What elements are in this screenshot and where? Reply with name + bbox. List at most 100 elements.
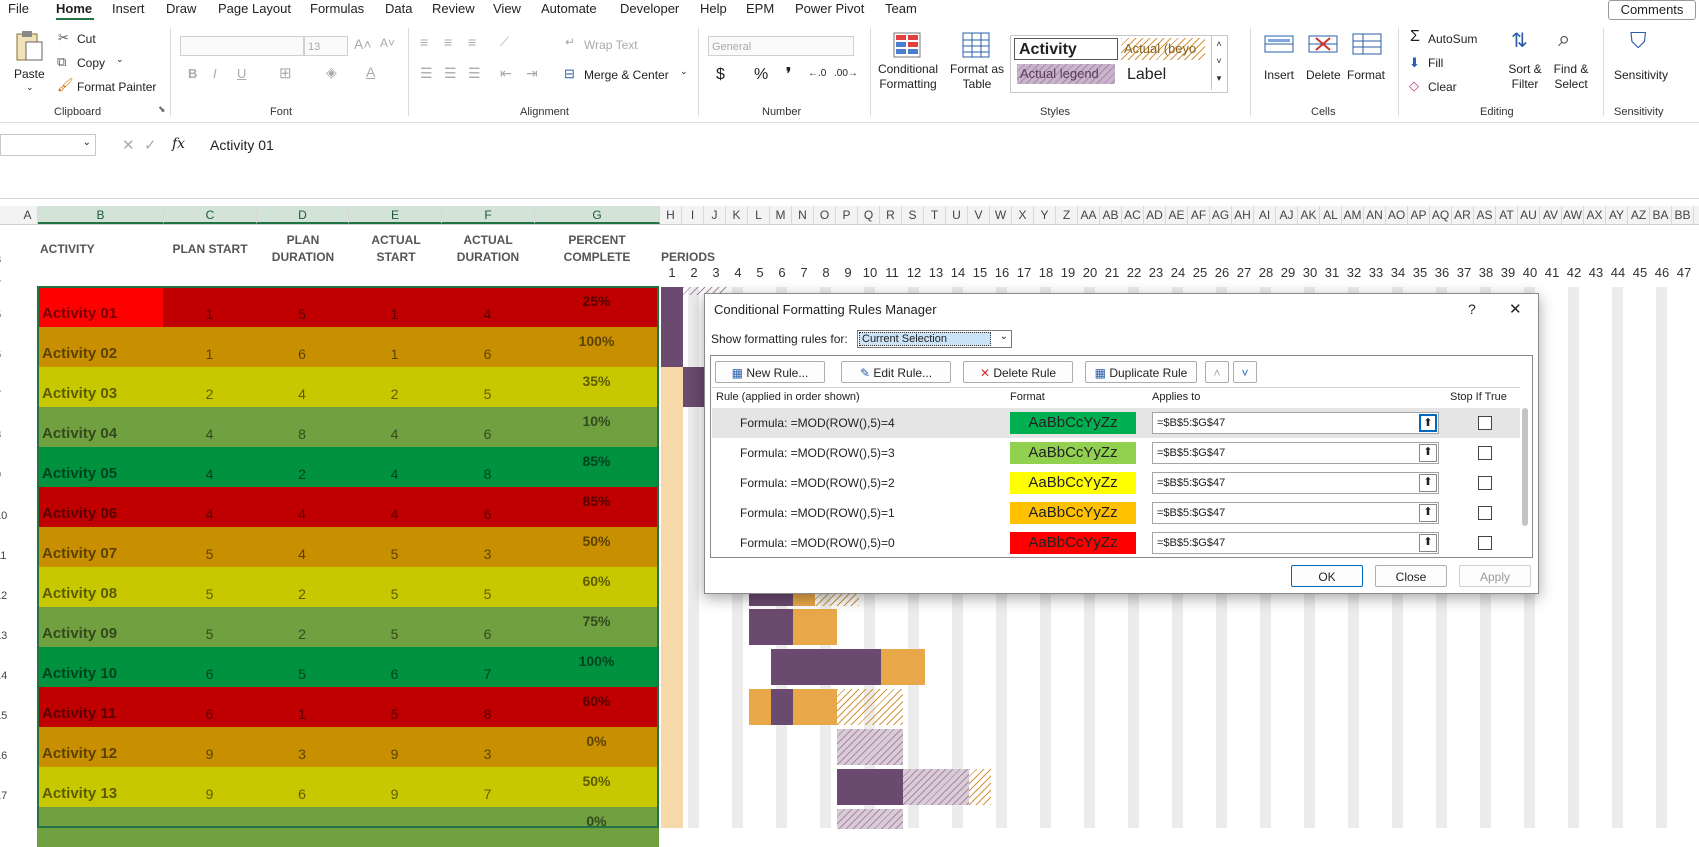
column-header-i[interactable]: I bbox=[682, 206, 704, 224]
column-header-ah[interactable]: AH bbox=[1232, 206, 1254, 224]
autosum-icon[interactable]: Σ bbox=[1410, 28, 1420, 46]
delete-button[interactable]: Delete bbox=[1306, 68, 1341, 82]
wrap-text-button[interactable]: Wrap Text bbox=[584, 38, 638, 52]
column-header-w[interactable]: W bbox=[990, 206, 1012, 224]
bold-icon[interactable]: B bbox=[188, 66, 197, 81]
stop-if-true-checkbox[interactable] bbox=[1478, 446, 1492, 460]
currency-icon[interactable]: $ bbox=[716, 66, 725, 84]
style-actual-beyond[interactable]: Actual (beyo bbox=[1121, 38, 1205, 60]
name-box[interactable]: ⌄ bbox=[0, 134, 96, 156]
cut-icon[interactable]: ✂ bbox=[58, 30, 69, 46]
applies-to-field[interactable]: =$B$5:$G$47 ⬆ bbox=[1152, 412, 1439, 434]
column-header-r[interactable]: R bbox=[880, 206, 902, 224]
row-number[interactable]: 9 bbox=[0, 469, 13, 481]
column-header-bb[interactable]: BB bbox=[1672, 206, 1694, 224]
menu-data[interactable]: Data bbox=[385, 1, 412, 16]
row-number[interactable]: 5 bbox=[0, 309, 13, 321]
font-size-combo[interactable]: 13 bbox=[304, 36, 348, 56]
stop-if-true-checkbox[interactable] bbox=[1478, 506, 1492, 520]
move-up-button[interactable]: ˄ bbox=[1205, 361, 1229, 383]
paste-button[interactable]: Paste bbox=[14, 67, 45, 81]
rule-row[interactable]: Formula: =MOD(ROW(),5)=1 AaBbCcYyZz =$B$5:… bbox=[712, 498, 1520, 528]
align-center-icon[interactable]: ☰ bbox=[444, 65, 457, 82]
column-header-g[interactable]: G bbox=[535, 206, 660, 224]
column-header-p[interactable]: P bbox=[836, 206, 858, 224]
sensitivity-icon[interactable]: ⛉ bbox=[1630, 28, 1647, 54]
row-number[interactable]: 4 bbox=[0, 274, 13, 286]
column-header-ag[interactable]: AG bbox=[1210, 206, 1232, 224]
decrease-decimal-icon[interactable]: .00→ bbox=[834, 68, 858, 79]
column-header-ad[interactable]: AD bbox=[1144, 206, 1166, 224]
apply-button[interactable]: Apply bbox=[1459, 565, 1531, 587]
row-number[interactable]: 16 bbox=[0, 750, 13, 762]
column-header-a[interactable]: A bbox=[18, 206, 38, 224]
show-rules-dropdown-icon[interactable]: ⌄ bbox=[1000, 331, 1008, 342]
range-collapse-icon[interactable]: ⬆ bbox=[1419, 504, 1437, 522]
copy-icon[interactable]: ⧉ bbox=[57, 54, 66, 70]
align-right-icon[interactable]: ☰ bbox=[468, 65, 481, 82]
column-header-h[interactable]: H bbox=[660, 206, 682, 224]
row-number[interactable]: 6 bbox=[0, 349, 13, 361]
column-header-aj[interactable]: AJ bbox=[1276, 206, 1298, 224]
fill-icon[interactable]: ⬇ bbox=[1409, 55, 1420, 71]
paste-icon[interactable] bbox=[14, 30, 44, 62]
column-header-as[interactable]: AS bbox=[1474, 206, 1496, 224]
rules-scrollbar[interactable] bbox=[1522, 408, 1528, 526]
menu-epm[interactable]: EPM bbox=[746, 1, 774, 16]
number-format-combo[interactable]: General bbox=[708, 36, 854, 56]
column-header-ab[interactable]: AB bbox=[1100, 206, 1122, 224]
menu-power-pivot[interactable]: Power Pivot bbox=[795, 1, 864, 16]
column-header-j[interactable]: J bbox=[704, 206, 726, 224]
move-down-button[interactable]: ˅ bbox=[1233, 361, 1257, 383]
column-header-ax[interactable]: AX bbox=[1584, 206, 1606, 224]
comma-icon[interactable]: ❜ bbox=[786, 64, 791, 84]
align-left-icon[interactable]: ☰ bbox=[420, 65, 433, 82]
column-header-af[interactable]: AF bbox=[1188, 206, 1210, 224]
column-header-aw[interactable]: AW bbox=[1562, 206, 1584, 224]
delete-cells-icon[interactable] bbox=[1308, 32, 1338, 58]
fill-button[interactable]: Fill bbox=[1428, 56, 1443, 70]
format-button[interactable]: Format bbox=[1347, 68, 1385, 82]
paste-dropdown-icon[interactable]: ⌄ bbox=[26, 82, 34, 93]
shrink-font-icon[interactable]: A˅ bbox=[380, 36, 395, 50]
duplicate-rule-button[interactable]: ▦ Duplicate Rule bbox=[1085, 361, 1197, 383]
menu-file[interactable]: File bbox=[8, 1, 29, 16]
column-header-aq[interactable]: AQ bbox=[1430, 206, 1452, 224]
row-number[interactable]: 13 bbox=[0, 630, 13, 642]
column-header-y[interactable]: Y bbox=[1034, 206, 1056, 224]
menu-home[interactable]: Home bbox=[56, 1, 92, 16]
menu-page-layout[interactable]: Page Layout bbox=[218, 1, 291, 16]
decrease-indent-icon[interactable]: ⇤ bbox=[500, 65, 512, 82]
sensitivity-button[interactable]: Sensitivity bbox=[1614, 68, 1668, 82]
row-number[interactable]: 12 bbox=[0, 590, 13, 602]
menu-insert[interactable]: Insert bbox=[112, 1, 145, 16]
format-painter-icon[interactable]: 🖌 bbox=[57, 77, 74, 93]
style-label[interactable]: Label bbox=[1123, 64, 1207, 86]
range-collapse-icon[interactable]: ⬆ bbox=[1419, 534, 1437, 552]
clipboard-launcher-icon[interactable]: ⬊ bbox=[158, 104, 166, 115]
column-header-c[interactable]: C bbox=[164, 206, 257, 224]
fill-color-icon[interactable]: ◈ bbox=[326, 64, 337, 81]
help-button[interactable]: ? bbox=[1468, 301, 1476, 317]
row-number[interactable]: 8 bbox=[0, 429, 13, 441]
font-name-combo[interactable] bbox=[180, 36, 304, 56]
column-header-b[interactable]: B bbox=[38, 206, 164, 224]
format-painter-button[interactable]: Format Painter bbox=[77, 80, 156, 94]
enter-icon[interactable]: ✓ bbox=[144, 136, 157, 154]
autosum-button[interactable]: AutoSum bbox=[1428, 32, 1477, 46]
row-number[interactable]: 15 bbox=[0, 710, 13, 722]
format-as-table-button[interactable]: Format as Table bbox=[948, 62, 1006, 92]
column-header-ap[interactable]: AP bbox=[1408, 206, 1430, 224]
range-collapse-icon[interactable]: ⬆ bbox=[1419, 474, 1437, 492]
menu-review[interactable]: Review bbox=[432, 1, 475, 16]
column-header-m[interactable]: M bbox=[770, 206, 792, 224]
font-color-icon[interactable]: A bbox=[366, 64, 375, 80]
stop-if-true-checkbox[interactable] bbox=[1478, 416, 1492, 430]
column-header-an[interactable]: AN bbox=[1364, 206, 1386, 224]
row-number[interactable]: 3 bbox=[0, 254, 13, 266]
increase-indent-icon[interactable]: ⇥ bbox=[526, 65, 538, 82]
rule-row[interactable]: Formula: =MOD(ROW(),5)=2 AaBbCcYyZz =$B$5:… bbox=[712, 468, 1520, 498]
insert-function-icon[interactable]: fx bbox=[172, 136, 185, 152]
rule-row[interactable]: Formula: =MOD(ROW(),5)=0 AaBbCcYyZz =$B$5:… bbox=[712, 528, 1520, 558]
clear-button[interactable]: Clear bbox=[1428, 80, 1457, 94]
